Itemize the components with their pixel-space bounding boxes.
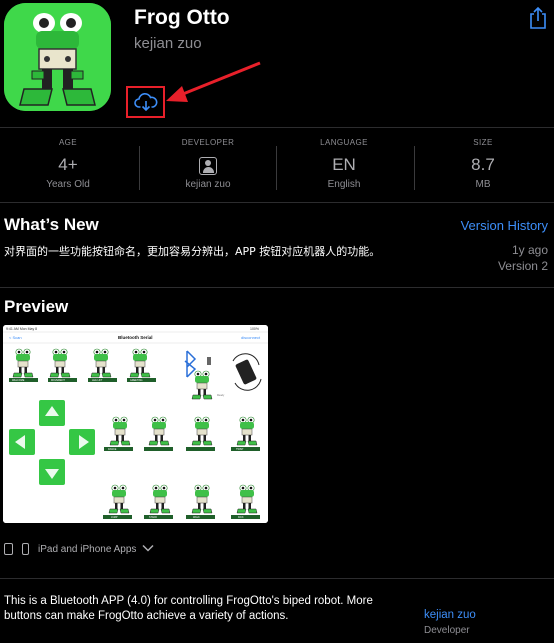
preview-title: Preview <box>4 297 69 316</box>
person-square-icon <box>199 156 217 175</box>
download-button[interactable] <box>126 86 165 118</box>
divider <box>0 127 554 128</box>
info-caption: AGE <box>58 138 78 147</box>
shot-label: KICK <box>238 516 244 519</box>
shot-label: WALK <box>193 516 200 519</box>
info-value <box>140 154 276 176</box>
info-sub: kejian zuo <box>185 179 231 190</box>
annotation-arrow <box>166 61 261 102</box>
share-icon[interactable] <box>528 6 548 30</box>
shot-label: TWIST <box>236 448 244 451</box>
shot-label: WELCOME <box>12 379 25 382</box>
info-developer[interactable]: DEVELOPER kejian zuo <box>140 132 276 190</box>
info-value: 4+ <box>58 155 78 174</box>
shot-label: JUMP <box>111 516 118 519</box>
divider <box>0 202 554 203</box>
divider <box>0 287 554 288</box>
shot-label: STAND <box>149 516 157 519</box>
whats-new-text: 对界面的一些功能按钮命名，更加容易分辨出，APP 按钮对应机器人的功能。 <box>4 245 381 258</box>
developer-name[interactable]: kejian zuo <box>134 35 202 52</box>
chevron-down-icon[interactable] <box>142 544 154 555</box>
shot-back: < Scan <box>9 335 22 340</box>
whats-new-title: What’s New <box>4 215 99 234</box>
shot-status-left: 9:41 AM Mon May 8 <box>6 327 37 331</box>
frog-robot-icon <box>4 3 111 111</box>
info-sub: Years Old <box>46 179 90 190</box>
info-size: SIZE 8.7 MB <box>415 132 551 190</box>
info-sub: MB <box>475 179 491 190</box>
shot-label: GREETING <box>130 379 143 382</box>
app-icon <box>4 3 111 111</box>
update-age: 1y ago <box>511 243 548 257</box>
info-caption: DEVELOPER <box>181 138 235 147</box>
shot-label: LEG LIFT <box>92 379 103 382</box>
shot-label: MOVEMENT <box>51 379 65 382</box>
preview-screenshot[interactable]: 9:41 AM Mon May 8 100% < Scan Bluetooth … <box>3 325 268 523</box>
developer-link[interactable]: kejian zuo <box>424 609 476 621</box>
version-label: Version 2 <box>497 259 548 273</box>
info-language: LANGUAGE EN English <box>276 132 412 190</box>
info-row: AGE 4+ Years Old DEVELOPER kejian zuo LA… <box>0 132 554 198</box>
shot-status-right: 100% <box>250 327 259 331</box>
app-description: This is a Bluetooth APP (4.0) for contro… <box>4 595 373 622</box>
ipad-icon <box>4 543 13 555</box>
shot-disconnect: disconnect <box>241 335 261 340</box>
device-compat-row[interactable]: iPad and iPhone Apps <box>4 541 154 557</box>
device-compat-label: iPad and iPhone Apps <box>38 543 137 555</box>
shot-small-label: Ready <box>217 394 225 397</box>
shot-label: DANCE <box>108 448 117 451</box>
preview-image: 9:41 AM Mon May 8 100% < Scan Bluetooth … <box>3 325 268 523</box>
info-sub: English <box>327 179 361 190</box>
version-history-link[interactable]: Version History <box>461 218 548 233</box>
cloud-download-icon <box>133 93 157 112</box>
divider <box>0 578 554 579</box>
info-value: 8.7 <box>471 155 495 174</box>
info-value: EN <box>332 155 356 174</box>
info-caption: SIZE <box>473 138 493 147</box>
app-title: Frog Otto <box>134 6 230 29</box>
iphone-icon <box>22 543 29 555</box>
shot-title: Bluetooth Serial <box>118 335 153 340</box>
info-caption: LANGUAGE <box>320 138 368 147</box>
developer-role: Developer <box>424 625 470 636</box>
info-age: AGE 4+ Years Old <box>0 132 136 190</box>
